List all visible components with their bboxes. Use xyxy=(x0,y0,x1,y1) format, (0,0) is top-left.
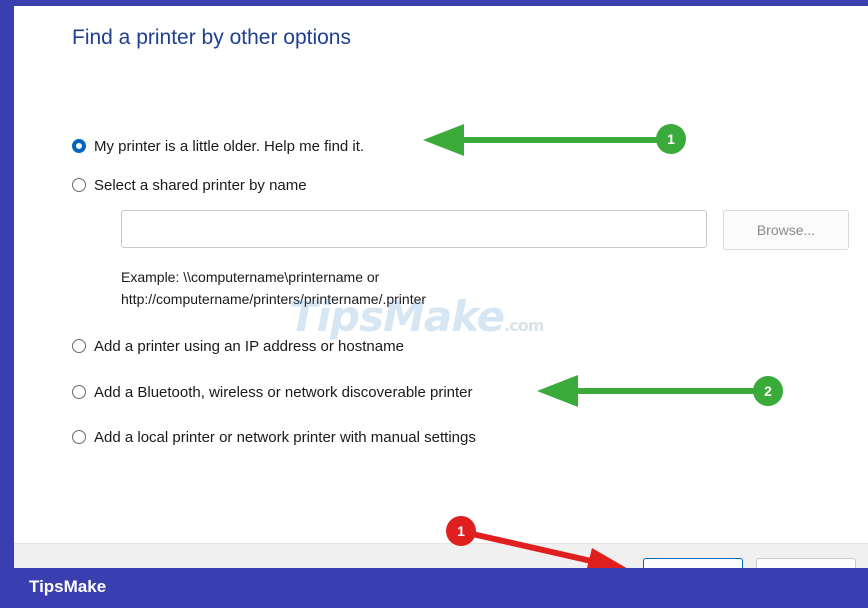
step-badge-2: 2 xyxy=(753,376,783,406)
annotation-arrows xyxy=(423,124,757,576)
red-step-badge: 1 xyxy=(446,516,476,546)
step-badge-1: 1 xyxy=(656,124,686,154)
green-arrow-1 xyxy=(423,124,663,156)
brand-label: TipsMake xyxy=(29,577,107,596)
green-arrow-2 xyxy=(537,375,757,407)
brand-bar: TipsMake xyxy=(0,568,868,608)
